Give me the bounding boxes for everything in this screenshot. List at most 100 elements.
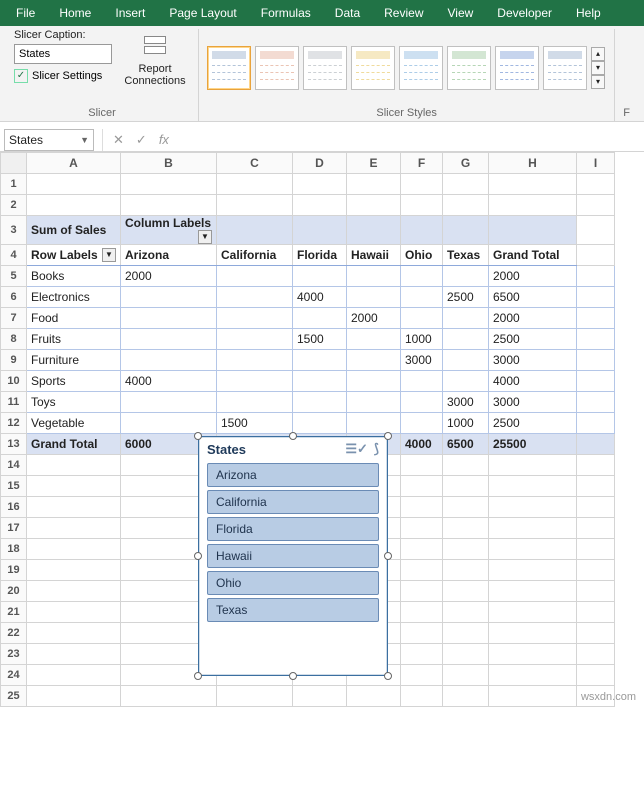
cell[interactable] [489, 476, 577, 497]
cell[interactable] [401, 392, 443, 413]
resize-handle-w[interactable] [194, 552, 202, 560]
cell[interactable]: 1500 [217, 413, 293, 434]
cell[interactable] [27, 476, 121, 497]
cell[interactable] [443, 455, 489, 476]
cell[interactable] [347, 413, 401, 434]
cell[interactable] [577, 602, 615, 623]
cell[interactable] [443, 266, 489, 287]
row-header[interactable]: 9 [1, 350, 27, 371]
cell[interactable] [293, 686, 347, 707]
cell[interactable] [27, 539, 121, 560]
cell[interactable] [577, 455, 615, 476]
cell[interactable] [489, 497, 577, 518]
cell[interactable]: 4000 [121, 371, 217, 392]
slicer-style-thumb[interactable] [351, 46, 395, 90]
cell[interactable]: 6500 [489, 287, 577, 308]
cell[interactable] [401, 195, 443, 216]
cell[interactable] [489, 216, 577, 245]
cell[interactable] [443, 644, 489, 665]
cell[interactable] [577, 434, 615, 455]
cancel-icon[interactable]: ✕ [107, 132, 130, 148]
cell[interactable] [443, 308, 489, 329]
resize-handle-s[interactable] [289, 672, 297, 680]
row-header[interactable]: 11 [1, 392, 27, 413]
cell[interactable]: 6500 [443, 434, 489, 455]
cell[interactable] [577, 329, 615, 350]
column-header[interactable]: H [489, 153, 577, 174]
cell[interactable]: 1000 [401, 329, 443, 350]
cell[interactable]: 2000 [121, 266, 217, 287]
cell[interactable] [121, 392, 217, 413]
cell[interactable] [27, 644, 121, 665]
cell[interactable] [443, 329, 489, 350]
column-header[interactable]: G [443, 153, 489, 174]
gallery-up-icon[interactable]: ▴ [591, 47, 605, 61]
menu-formulas[interactable]: Formulas [249, 2, 323, 24]
cell[interactable] [577, 665, 615, 686]
cell[interactable] [443, 371, 489, 392]
cell[interactable] [401, 686, 443, 707]
cell[interactable] [443, 174, 489, 195]
row-header[interactable]: 20 [1, 581, 27, 602]
cell[interactable] [577, 581, 615, 602]
cell[interactable]: 2500 [443, 287, 489, 308]
cell[interactable]: Sum of Sales [27, 216, 121, 245]
row-header[interactable]: 6 [1, 287, 27, 308]
cell[interactable] [443, 195, 489, 216]
resize-handle-nw[interactable] [194, 432, 202, 440]
cell[interactable] [489, 686, 577, 707]
cell[interactable]: 25500 [489, 434, 577, 455]
cell[interactable]: 4000 [401, 434, 443, 455]
cell[interactable]: Texas [443, 245, 489, 266]
slicer-caption-input[interactable] [14, 44, 112, 64]
cell[interactable] [443, 350, 489, 371]
slicer-style-thumb[interactable] [399, 46, 443, 90]
multiselect-icon[interactable]: ☰✓ [345, 441, 368, 457]
cell[interactable] [217, 195, 293, 216]
column-header[interactable]: F [401, 153, 443, 174]
cell[interactable] [577, 413, 615, 434]
cell[interactable] [401, 560, 443, 581]
slicer-style-thumb[interactable] [255, 46, 299, 90]
resize-handle-ne[interactable] [384, 432, 392, 440]
row-header[interactable]: 16 [1, 497, 27, 518]
cell[interactable]: Grand Total [489, 245, 577, 266]
row-header[interactable]: 5 [1, 266, 27, 287]
menu-page-layout[interactable]: Page Layout [157, 2, 248, 24]
cell[interactable] [121, 195, 217, 216]
cell[interactable] [293, 195, 347, 216]
chevron-down-icon[interactable]: ▼ [102, 248, 116, 262]
cell[interactable]: 1000 [443, 413, 489, 434]
cell[interactable] [577, 216, 615, 245]
cell[interactable] [217, 686, 293, 707]
cell[interactable] [347, 287, 401, 308]
resize-handle-n[interactable] [289, 432, 297, 440]
menu-data[interactable]: Data [323, 2, 372, 24]
chevron-down-icon[interactable]: ▼ [80, 135, 89, 145]
formula-input[interactable] [175, 133, 644, 147]
cell[interactable] [489, 518, 577, 539]
cell[interactable] [443, 623, 489, 644]
cell[interactable] [217, 329, 293, 350]
cell[interactable]: 2000 [489, 266, 577, 287]
fx-icon[interactable]: fx [153, 132, 175, 147]
cell[interactable] [577, 195, 615, 216]
cell[interactable] [293, 266, 347, 287]
slicer-item[interactable]: Hawaii [207, 544, 379, 568]
column-header[interactable]: B [121, 153, 217, 174]
resize-handle-e[interactable] [384, 552, 392, 560]
cell[interactable] [121, 287, 217, 308]
cell[interactable] [27, 195, 121, 216]
cell[interactable]: 4000 [293, 287, 347, 308]
report-connections-button[interactable]: Report Connections [120, 29, 190, 87]
cell[interactable] [401, 308, 443, 329]
cell[interactable]: California [217, 245, 293, 266]
cell[interactable] [217, 371, 293, 392]
cell[interactable] [577, 644, 615, 665]
cell[interactable] [401, 665, 443, 686]
cell[interactable]: 3000 [443, 392, 489, 413]
cell[interactable] [217, 350, 293, 371]
column-header[interactable]: C [217, 153, 293, 174]
cell[interactable] [27, 665, 121, 686]
row-header[interactable]: 8 [1, 329, 27, 350]
